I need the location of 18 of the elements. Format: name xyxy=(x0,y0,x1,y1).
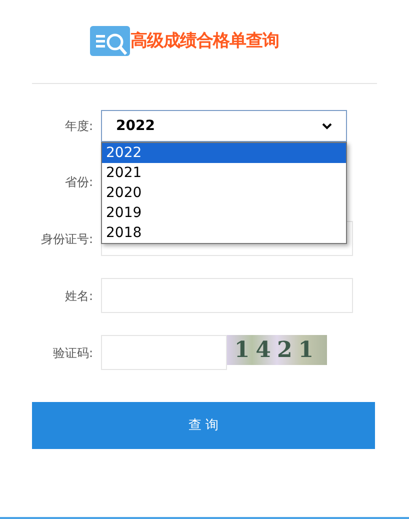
dropdown-option[interactable]: 2019 xyxy=(102,203,346,223)
chevron-down-icon xyxy=(322,122,332,130)
page-title: 高级成绩合格单查询 xyxy=(130,30,279,53)
dropdown-option[interactable]: 2022 xyxy=(102,143,346,163)
field-label: 身份证号: xyxy=(40,230,94,248)
field-label: 验证码: xyxy=(52,344,94,362)
year-select[interactable]: 2022 xyxy=(101,110,347,142)
field-label: 年度: xyxy=(64,118,94,135)
dropdown-option[interactable]: 2020 xyxy=(102,183,346,203)
captcha-field[interactable] xyxy=(101,335,227,370)
query-button[interactable]: 查 询 xyxy=(32,402,375,449)
field-label: 姓名: xyxy=(64,288,94,304)
name-field[interactable] xyxy=(101,278,353,313)
dropdown-option[interactable]: 2018 xyxy=(102,223,346,243)
search-document-icon xyxy=(90,26,132,58)
dropdown-option[interactable]: 2021 xyxy=(102,163,346,183)
field-label: 省份: xyxy=(64,174,94,190)
captcha-image[interactable]: 1421 xyxy=(227,335,327,365)
